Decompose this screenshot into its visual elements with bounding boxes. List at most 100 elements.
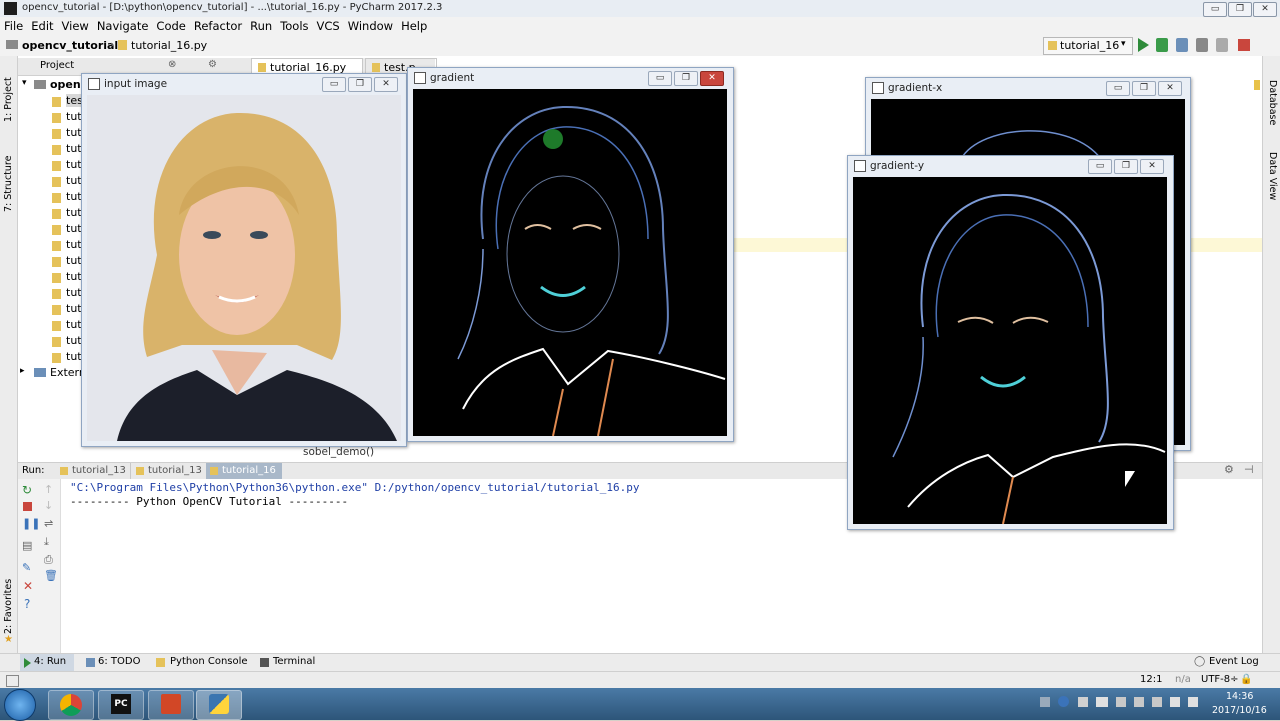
wrap-icon[interactable]: ⇌: [44, 517, 53, 530]
up-arrow-icon[interactable]: ↑: [44, 483, 53, 496]
collapse-icon[interactable]: ⊗: [168, 59, 176, 70]
menu-tools[interactable]: Tools: [276, 17, 312, 35]
help-tray-icon[interactable]: [1058, 696, 1069, 707]
menu-navigate[interactable]: Navigate: [93, 17, 153, 35]
volume-icon[interactable]: [1188, 697, 1198, 707]
chevron-down-icon[interactable]: ▾: [22, 78, 27, 88]
menu-window[interactable]: Window: [344, 17, 397, 35]
trash-icon[interactable]: 🗑: [44, 569, 58, 582]
python-taskbar-button[interactable]: [196, 690, 242, 720]
nav-file[interactable]: tutorial_16.py: [131, 39, 207, 52]
tray-icon[interactable]: [1078, 697, 1088, 707]
cv-window-titlebar[interactable]: gradient ▭ ❐ ✕: [408, 68, 733, 88]
pin-icon[interactable]: ✎: [22, 561, 31, 574]
stop-icon[interactable]: [23, 502, 32, 511]
project-panel-title[interactable]: Project: [40, 60, 74, 71]
hide-panel-icon[interactable]: ⊣: [1244, 463, 1254, 476]
cv-window-titlebar[interactable]: gradient-y ▭ ❐ ✕: [848, 156, 1173, 176]
maximize-button[interactable]: ❐: [348, 77, 372, 92]
minimize-button[interactable]: ▭: [1106, 81, 1130, 96]
cv-window-input-image[interactable]: input image ▭ ❐ ✕: [81, 73, 407, 447]
project-tool-tab[interactable]: 1: Project: [3, 62, 14, 122]
minimize-button[interactable]: ▭: [648, 71, 672, 86]
clock-date[interactable]: 2017/10/16: [1212, 705, 1267, 716]
run-tab-label: tutorial_13: [72, 465, 126, 476]
run-tab-tutorial-16[interactable]: tutorial_16: [206, 463, 282, 479]
close-button[interactable]: ✕: [1158, 81, 1182, 96]
caret-position[interactable]: 12:1: [1140, 674, 1162, 685]
gear-icon[interactable]: ⚙: [1224, 463, 1234, 476]
chevron-right-icon[interactable]: ▸: [20, 366, 25, 376]
stop-icon[interactable]: [1238, 39, 1250, 51]
tray-icon[interactable]: [1040, 697, 1050, 707]
minimize-button[interactable]: ▭: [1203, 2, 1227, 17]
debug-icon[interactable]: [1156, 38, 1168, 52]
run-tab-tutorial-13b[interactable]: tutorial_13: [132, 463, 207, 479]
menu-refactor[interactable]: Refactor: [190, 17, 246, 35]
minimize-button[interactable]: ▭: [1088, 159, 1112, 174]
maximize-button[interactable]: ❐: [1114, 159, 1138, 174]
help-icon[interactable]: ?: [24, 597, 30, 611]
close-icon[interactable]: ✕: [23, 579, 33, 593]
tree-file-item[interactable]: tes: [66, 94, 83, 107]
keyboard-icon[interactable]: [1096, 697, 1108, 707]
close-button[interactable]: ✕: [1140, 159, 1164, 174]
panel-toggle-icon[interactable]: [6, 675, 19, 687]
menu-help[interactable]: Help: [397, 17, 431, 35]
rerun-icon[interactable]: ↻: [22, 483, 32, 497]
close-button[interactable]: ✕: [374, 77, 398, 92]
chrome-taskbar-button[interactable]: [48, 690, 94, 720]
run-config-select[interactable]: tutorial_16 ▾: [1043, 37, 1133, 55]
close-button[interactable]: ✕: [700, 71, 724, 86]
run-tab-tutorial-13[interactable]: tutorial_13: [56, 463, 131, 479]
terminal-button[interactable]: Terminal: [273, 656, 315, 667]
menu-edit[interactable]: Edit: [27, 17, 57, 35]
todo-tool-button[interactable]: 6: TODO: [98, 656, 140, 667]
cv-window-titlebar[interactable]: input image ▭ ❐ ✕: [82, 74, 406, 94]
cv-window-title: gradient-x: [888, 82, 943, 94]
maximize-button[interactable]: ❐: [674, 71, 698, 86]
lock-icon[interactable]: 🔒: [1240, 674, 1252, 685]
close-button[interactable]: ✕: [1253, 2, 1277, 17]
nav-project[interactable]: opencv_tutorial: [22, 39, 118, 52]
gear-icon[interactable]: ⚙: [208, 59, 217, 70]
pycharm-taskbar-button[interactable]: PC: [98, 690, 144, 720]
tray-icon[interactable]: [1134, 697, 1144, 707]
menu-code[interactable]: Code: [152, 17, 189, 35]
presentation-taskbar-button[interactable]: [148, 690, 194, 720]
coverage-icon[interactable]: [1176, 38, 1188, 52]
down-arrow-icon[interactable]: ↓: [44, 499, 53, 512]
clock-time[interactable]: 14:36: [1226, 691, 1253, 702]
print-icon[interactable]: ⎙: [44, 553, 53, 567]
line-separator[interactable]: n/a: [1175, 674, 1191, 685]
pause-icon[interactable]: ❚❚: [22, 517, 40, 530]
menu-file[interactable]: File: [0, 17, 27, 35]
cv-window-gradient[interactable]: gradient ▭ ❐ ✕: [407, 67, 734, 442]
favorites-tool-tab[interactable]: 2: Favorites: [3, 572, 14, 634]
menu-view[interactable]: View: [58, 17, 93, 35]
minimize-button[interactable]: ▭: [322, 77, 346, 92]
python-console-button[interactable]: Python Console: [170, 656, 248, 667]
network-icon[interactable]: [1170, 697, 1180, 707]
tray-icon[interactable]: [1152, 697, 1162, 707]
cv-window-titlebar[interactable]: gradient-x ▭ ❐ ✕: [866, 78, 1190, 98]
database-tool-tab[interactable]: Database: [1267, 80, 1278, 140]
scroll-end-icon[interactable]: ⤓: [44, 535, 49, 549]
event-log-button[interactable]: Event Log: [1209, 656, 1259, 667]
tray-icon[interactable]: [1116, 697, 1126, 707]
run-tool-button[interactable]: 4: Run: [20, 654, 74, 672]
profile-icon[interactable]: [1196, 38, 1208, 52]
layout-icon[interactable]: ▤: [22, 539, 32, 552]
maximize-button[interactable]: ❐: [1228, 2, 1252, 17]
menu-run[interactable]: Run: [246, 17, 276, 35]
editor-breadcrumb[interactable]: sobel_demo(): [303, 446, 374, 458]
left-tool-strip: 1: Project 7: Structure 2: Favorites ★: [0, 56, 18, 653]
dataview-tool-tab[interactable]: Data View: [1267, 152, 1278, 212]
start-button[interactable]: [4, 689, 36, 721]
concurrency-icon[interactable]: [1216, 38, 1228, 52]
maximize-button[interactable]: ❐: [1132, 81, 1156, 96]
structure-tool-tab[interactable]: 7: Structure: [3, 142, 14, 212]
file-encoding[interactable]: UTF-8÷: [1201, 674, 1239, 685]
run-icon[interactable]: [1138, 38, 1149, 52]
menu-vcs[interactable]: VCS: [313, 17, 344, 35]
